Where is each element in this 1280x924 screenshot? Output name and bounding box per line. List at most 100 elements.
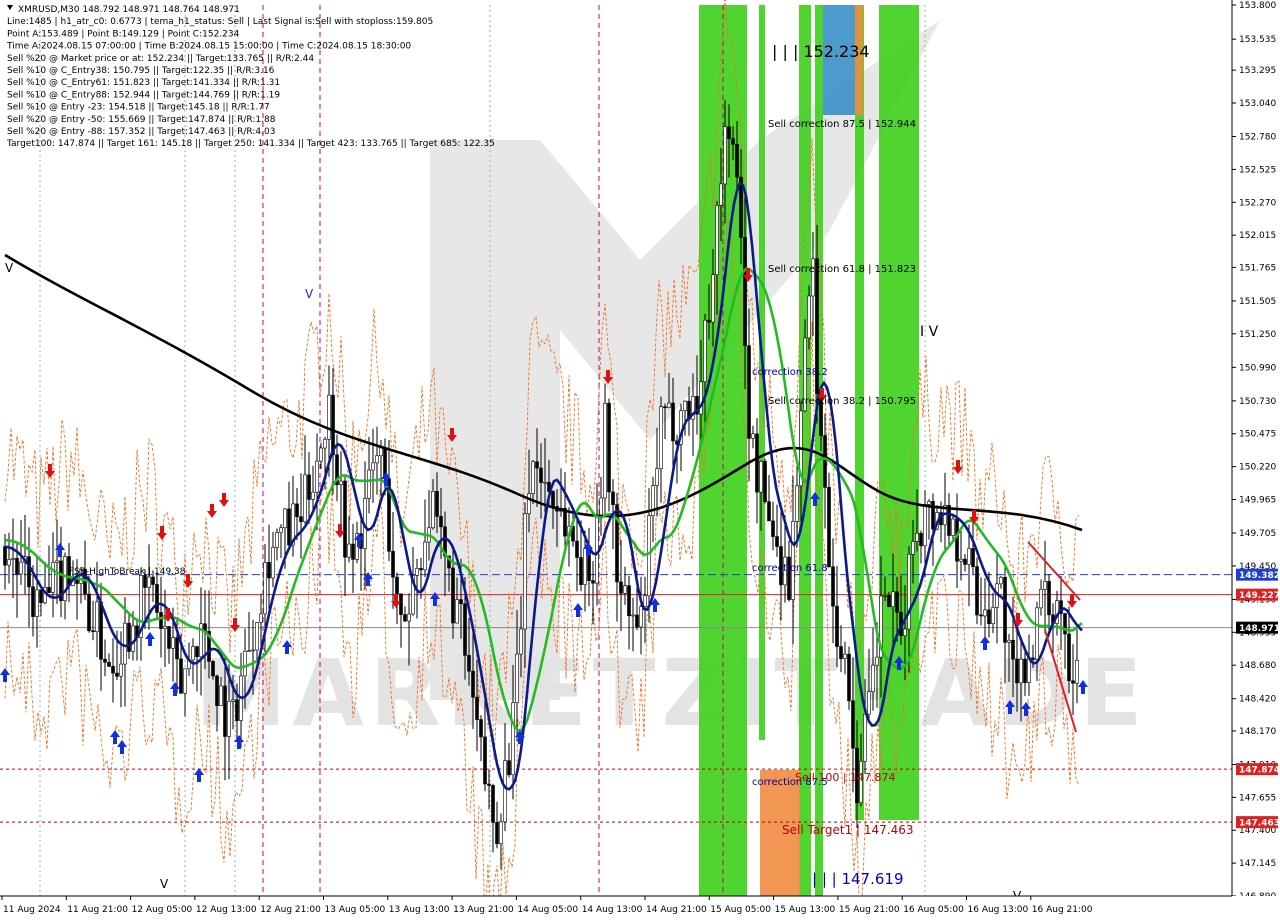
candle xyxy=(1007,639,1011,643)
candle xyxy=(955,518,959,562)
candle xyxy=(51,562,55,593)
candle xyxy=(155,584,159,613)
chart-annotation: FSB-HighToBreak | 149.38 xyxy=(69,567,186,577)
candle xyxy=(711,274,715,323)
candle xyxy=(771,520,775,537)
candle xyxy=(883,595,887,597)
candle xyxy=(959,558,963,562)
x-tick-label: 15 Aug 13:00 xyxy=(775,905,836,915)
candle xyxy=(907,554,911,630)
candle xyxy=(191,646,195,661)
y-tick-label: 150.730 xyxy=(1239,397,1276,407)
candle xyxy=(479,719,483,738)
candle xyxy=(875,656,879,666)
candle xyxy=(707,319,711,323)
candle xyxy=(619,581,623,594)
candle xyxy=(211,661,215,677)
candle xyxy=(323,438,327,449)
candle xyxy=(495,822,499,845)
candle xyxy=(35,589,39,617)
candle xyxy=(791,521,795,600)
candle xyxy=(983,609,987,617)
x-tick-label: 16 Aug 05:00 xyxy=(903,905,964,915)
candle xyxy=(343,480,347,558)
x-tick-label: 16 Aug 13:00 xyxy=(968,905,1029,915)
candle xyxy=(419,568,423,571)
candle xyxy=(247,650,251,652)
y-tick-label: 152.780 xyxy=(1239,133,1276,143)
candle xyxy=(175,637,179,660)
y-tick-label: 153.535 xyxy=(1239,35,1276,45)
candle xyxy=(507,760,511,776)
candle xyxy=(1035,607,1039,660)
candle xyxy=(251,649,255,652)
candle xyxy=(299,516,303,523)
candle xyxy=(663,406,667,409)
candle xyxy=(519,628,523,655)
y-axis: 153.800 153.535 153.295 153.040 152.780 152.5… xyxy=(1231,0,1280,920)
candle xyxy=(407,613,411,622)
candle xyxy=(755,433,759,493)
x-tick-label: 13 Aug 21:00 xyxy=(453,905,514,915)
candle xyxy=(435,491,439,517)
y-tick-label: 148.680 xyxy=(1239,661,1276,671)
candle xyxy=(295,503,299,518)
candle xyxy=(871,664,875,692)
candle xyxy=(831,566,835,607)
candle xyxy=(867,691,871,715)
candle xyxy=(579,557,583,585)
x-tick-label: 15 Aug 05:00 xyxy=(710,905,771,915)
candle xyxy=(919,532,923,547)
candle xyxy=(215,675,219,706)
candle xyxy=(423,541,427,571)
candle xyxy=(143,575,147,588)
candle xyxy=(379,447,383,457)
candle xyxy=(455,599,459,624)
y-tick-label: 147.655 xyxy=(1239,793,1276,803)
candle xyxy=(103,658,107,663)
candle xyxy=(895,591,899,613)
candle xyxy=(631,614,635,617)
candle xyxy=(775,536,779,547)
y-tick-label: 147.145 xyxy=(1239,859,1276,869)
y-tick-label: 150.220 xyxy=(1239,463,1276,473)
candle xyxy=(1031,657,1035,660)
price-label: 148.971 xyxy=(1239,624,1280,634)
candle xyxy=(1047,581,1051,616)
candle xyxy=(167,626,171,649)
candle xyxy=(643,595,647,608)
price-label: 147.463 xyxy=(1239,819,1280,829)
info-line: Point A:153.489 | Point B:149.129 | Poin… xyxy=(7,29,240,39)
y-tick-label: 151.250 xyxy=(1239,330,1276,340)
candle xyxy=(471,670,475,698)
candle xyxy=(523,513,527,630)
candle xyxy=(159,612,163,629)
candle xyxy=(699,381,703,415)
y-tick-label: 151.765 xyxy=(1239,263,1276,273)
candle xyxy=(823,435,827,488)
candle xyxy=(1019,658,1023,684)
y-tick-label: 148.420 xyxy=(1239,695,1276,705)
info-line: Sell %20 @ Market price or at: 152.234 |… xyxy=(7,54,314,64)
x-tick-label: 14 Aug 05:00 xyxy=(517,905,578,915)
chart: MARKETZITRADE | | | 152.234 Sell correctio… xyxy=(0,0,1280,924)
candle xyxy=(1043,581,1047,590)
candle xyxy=(279,527,283,533)
candle xyxy=(347,543,351,558)
candle xyxy=(271,547,275,579)
candle xyxy=(539,467,543,483)
candle xyxy=(575,540,579,558)
candle xyxy=(283,508,287,529)
candle xyxy=(715,205,719,276)
chart-annotation: V xyxy=(5,261,14,275)
chart-annotation: I V xyxy=(920,324,939,340)
candle xyxy=(307,474,311,500)
price-label: 147.874 xyxy=(1239,766,1280,776)
candle xyxy=(491,785,495,823)
candle xyxy=(923,504,927,547)
candle xyxy=(743,237,747,347)
candle xyxy=(511,702,515,776)
candle xyxy=(751,433,755,439)
candle xyxy=(127,622,131,652)
chart-annotation: correction 38.2 xyxy=(752,367,828,378)
